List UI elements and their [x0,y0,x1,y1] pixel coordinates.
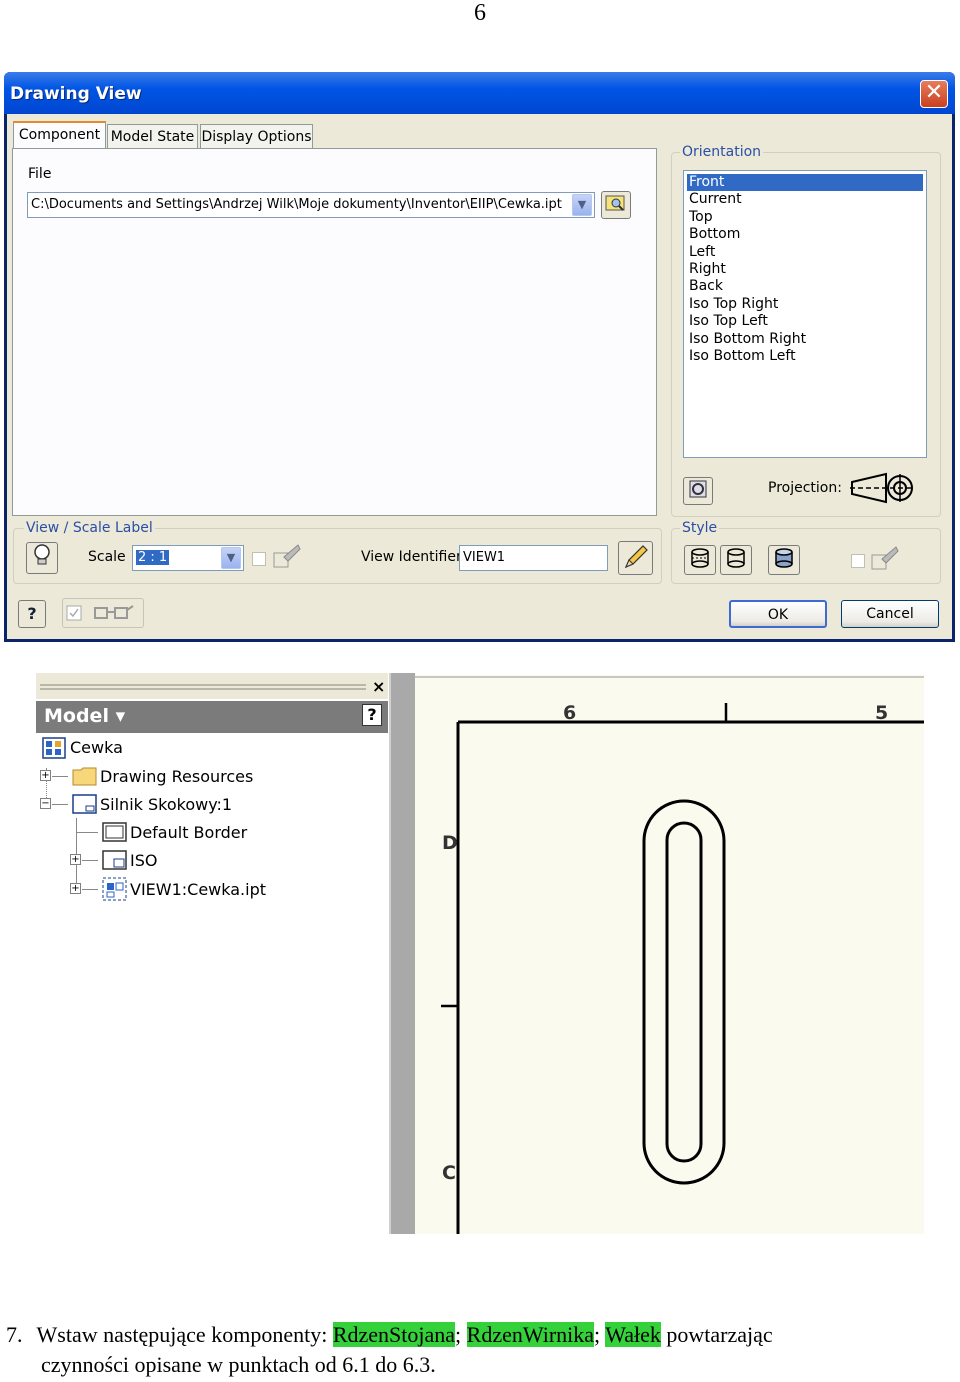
dialog-title-bar[interactable] [4,72,955,114]
tree-item-sheet[interactable]: Silnik Skokowy:1 [100,795,232,814]
scale-label: Scale [88,549,126,565]
tree-line [82,860,98,861]
collapse-icon[interactable]: − [40,798,51,809]
orientation-list[interactable]: Front Current Top Bottom Left Right Back Iso To… [683,170,927,458]
tree-line [76,832,98,833]
scale-label-edit-icon [272,543,302,571]
browser-title[interactable]: Model ▾ [44,705,125,727]
orientation-item[interactable]: Top [687,209,923,226]
component-rdzenwirnika: RdzenWirnika [466,1322,595,1347]
style-hidden-removed-button[interactable] [720,545,752,575]
sheet-column-label: 5 [875,702,889,724]
orientation-item[interactable]: Iso Bottom Left [687,348,923,365]
file-dropdown-arrow[interactable]: ▼ [572,194,592,216]
expand-icon[interactable]: + [70,854,81,865]
step-number: 7. [6,1322,23,1347]
sheet-row-label: C [442,1162,456,1184]
orientation-item[interactable]: Right [687,261,923,278]
tree-line [52,804,68,805]
view-identifier-label: View Identifier [361,549,462,565]
label-visibility-button[interactable] [26,542,58,574]
tree-item-cewka[interactable]: Cewka [70,738,123,757]
browse-file-button[interactable] [601,191,631,219]
browser-close-icon[interactable]: × [372,677,385,696]
pencil-icon [624,545,648,569]
instruction-line-1: 7. Wstaw następujące komponenty: RdzenSto… [6,1322,773,1348]
view-icon [102,877,128,905]
file-label: File [28,166,52,182]
view-scale-label: View / Scale Label [24,520,155,536]
browser-help-icon[interactable]: ? [362,704,382,726]
folder-icon [72,765,98,791]
tree-item-iso[interactable]: ISO [130,851,157,870]
help-button[interactable]: ? [18,600,46,628]
lightbulb-icon [34,544,50,565]
tab-model-state[interactable]: Model State [107,124,198,150]
projection-type-icon[interactable] [850,472,916,504]
scale-visibility-checkbox[interactable] [252,552,266,566]
tree-line [52,776,68,777]
instruction-line-2: czynności opisane w punktach od 6.1 do 6… [41,1352,436,1377]
title-block-icon [102,849,128,875]
hidden-line-icon [691,548,709,568]
orientation-item[interactable]: Iso Bottom Right [687,331,923,348]
component-rdzenstojana: RdzenStojana [332,1322,456,1347]
drawing-icon [42,737,66,763]
tree-item-drawing-resources[interactable]: Drawing Resources [100,767,253,786]
tab-component[interactable]: Component [13,121,106,150]
orientation-item[interactable]: Iso Top Right [687,296,923,313]
expand-icon[interactable]: + [40,770,51,781]
component-walek: Wałek [605,1322,661,1347]
orientation-item[interactable]: Current [687,191,923,208]
style-edit-icon [870,545,900,573]
instruction-text: Wstaw następujące komponenty: [36,1322,333,1347]
view-identifier-input[interactable]: VIEW1 [459,545,608,571]
style-hidden-line-button[interactable] [684,545,716,575]
separator: ; [455,1322,467,1347]
cancel-button[interactable]: Cancel [841,600,939,628]
orientation-item[interactable]: Bottom [687,226,923,243]
drawing-canvas [415,676,924,1234]
page-number: 6 [474,0,486,26]
sheet-row-label: D [442,832,458,854]
custom-view-icon [689,480,707,498]
sheet-icon [72,793,98,819]
sheet-column-label: 6 [563,702,577,724]
scale-dropdown-arrow[interactable]: ▼ [221,547,241,569]
dialog-title: Drawing View [10,84,142,104]
projection-label: Projection: [768,480,842,496]
orientation-item[interactable]: Back [687,278,923,295]
tree-item-default-border[interactable]: Default Border [130,823,247,842]
browser-grip[interactable] [40,684,366,690]
preview-toggle[interactable] [62,598,144,628]
orientation-item[interactable]: Left [687,244,923,261]
style-label: Style [680,520,720,536]
tree-line [82,889,98,890]
scale-value: 2 : 1 [136,550,170,565]
tab-display-options[interactable]: Display Options [200,124,313,150]
style-shaded-button[interactable] [768,545,800,575]
drawing-sheet[interactable] [415,675,924,1234]
file-path-combo[interactable]: C:\Documents and Settings\Andrzej Wilk\M… [27,192,595,218]
expand-icon[interactable]: + [70,883,81,894]
hidden-removed-icon [727,548,745,568]
splitter[interactable] [389,673,415,1234]
close-button[interactable]: ✕ [920,80,948,108]
orientation-item[interactable]: Iso Top Left [687,313,923,330]
shaded-icon [775,548,793,568]
glasses-icon [66,605,134,621]
border-icon [102,821,128,847]
instruction-text-end: powtarzając [660,1322,773,1347]
custom-view-button[interactable] [683,477,713,505]
edit-view-label-button[interactable] [618,541,653,575]
style-from-base-checkbox[interactable] [851,554,865,568]
model-browser [36,673,388,1234]
open-file-icon [605,195,625,211]
ok-button[interactable]: OK [729,600,827,628]
orientation-label: Orientation [680,144,764,160]
tree-item-view1[interactable]: VIEW1:Cewka.ipt [130,880,266,899]
separator: ; [594,1322,606,1347]
orientation-item[interactable]: Front [687,174,923,191]
